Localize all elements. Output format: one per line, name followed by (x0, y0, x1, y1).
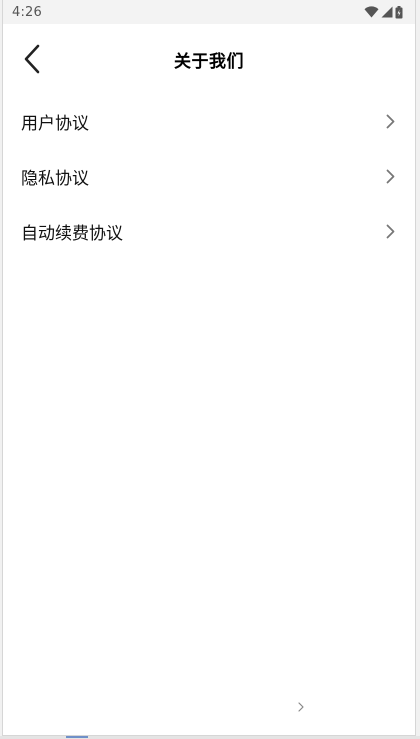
wifi-icon (364, 6, 379, 18)
cell-signal-icon (381, 6, 393, 18)
back-button[interactable] (17, 44, 47, 78)
chevron-left-icon (23, 44, 41, 78)
menu-list: 用户协议 隐私协议 自动续费协议 (3, 94, 415, 259)
app-screen: 4:26 关于我们 用户协议 隐私协议 自动续费协议 (2, 0, 416, 736)
menu-item-user-agreement[interactable]: 用户协议 (3, 94, 415, 149)
status-time: 4:26 (12, 4, 42, 20)
chevron-right-icon (298, 697, 304, 716)
status-icons (364, 5, 403, 19)
page-title: 关于我们 (174, 51, 244, 72)
menu-item-label: 用户协议 (21, 114, 89, 134)
chevron-right-icon (386, 224, 395, 239)
menu-item-label: 自动续费协议 (21, 224, 123, 244)
battery-icon (395, 5, 403, 19)
chevron-right-icon (386, 114, 395, 129)
chevron-right-icon (386, 169, 395, 184)
menu-item-label: 隐私协议 (21, 169, 89, 189)
app-header: 关于我们 (3, 24, 415, 94)
menu-item-auto-renewal-agreement[interactable]: 自动续费协议 (3, 204, 415, 259)
menu-item-privacy-agreement[interactable]: 隐私协议 (3, 149, 415, 204)
scroll-indicator (66, 736, 88, 738)
status-bar: 4:26 (3, 0, 415, 24)
